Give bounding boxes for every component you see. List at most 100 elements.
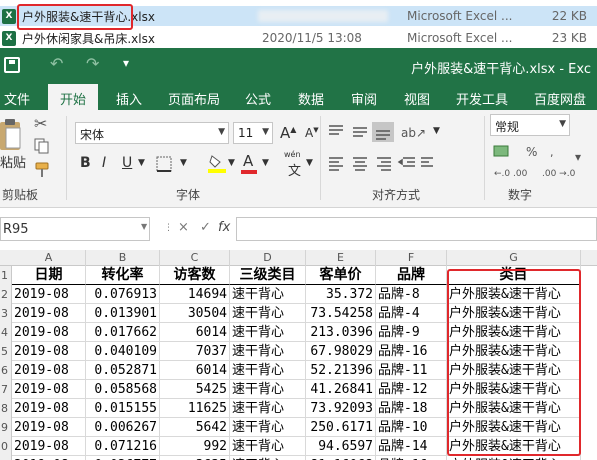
row-header[interactable]: 1 xyxy=(0,266,12,285)
name-box-dropdown-icon[interactable]: ▼ xyxy=(141,222,147,231)
tab-file[interactable]: 文件 xyxy=(4,89,30,108)
table-cell[interactable]: 35.372 xyxy=(306,285,376,304)
table-cell[interactable]: 52.21396 xyxy=(306,361,376,380)
column-header-a[interactable]: A xyxy=(12,250,86,266)
undo-icon[interactable]: ↶ xyxy=(50,54,63,73)
header-cell[interactable]: 日期 xyxy=(12,266,86,285)
table-cell[interactable]: 速干背心 xyxy=(230,437,306,456)
tab-developer[interactable]: 开发工具 xyxy=(456,89,508,108)
shrink-font-button[interactable]: A▼ xyxy=(305,126,319,140)
paste-icon[interactable] xyxy=(0,118,24,152)
row-header[interactable]: 6 xyxy=(0,361,12,380)
header-cell[interactable]: 访客数 xyxy=(160,266,230,285)
tab-baidu-netdisk[interactable]: 百度网盘 xyxy=(534,89,586,108)
font-name-select[interactable]: 宋体 ▼ xyxy=(75,122,229,144)
table-cell[interactable]: 2019-08 xyxy=(12,361,86,380)
grow-font-button[interactable]: A▲ xyxy=(280,124,296,142)
table-cell[interactable]: 2019-08 xyxy=(12,418,86,437)
table-cell[interactable]: 73.92093 xyxy=(306,399,376,418)
table-cell[interactable]: 品牌-18 xyxy=(376,399,447,418)
table-cell[interactable]: 速干背心 xyxy=(230,399,306,418)
format-painter-icon[interactable] xyxy=(34,162,50,178)
save-icon[interactable] xyxy=(4,57,20,73)
italic-button[interactable]: I xyxy=(102,155,106,171)
table-cell[interactable]: 品牌-16 xyxy=(376,342,447,361)
table-cell[interactable]: 2019-08 xyxy=(12,342,86,361)
tab-page-layout[interactable]: 页面布局 xyxy=(168,89,220,108)
row-header[interactable]: 1 xyxy=(0,456,12,460)
table-cell[interactable]: 3635 xyxy=(160,456,230,460)
table-cell[interactable]: 0.015155 xyxy=(86,399,160,418)
table-cell[interactable]: 0.052871 xyxy=(86,361,160,380)
table-cell[interactable]: 0.006267 xyxy=(86,418,160,437)
table-cell[interactable]: 2019-08 xyxy=(12,304,86,323)
phonetic-guide-icon[interactable]: 文 xyxy=(288,160,301,179)
table-cell[interactable]: 0.017662 xyxy=(86,323,160,342)
table-cell[interactable]: 品牌-16 xyxy=(376,456,447,460)
bold-button[interactable]: B xyxy=(80,155,91,171)
table-cell[interactable]: 速干背心 xyxy=(230,285,306,304)
table-cell[interactable]: 250.6171 xyxy=(306,418,376,437)
table-cell[interactable]: 0.040109 xyxy=(86,342,160,361)
column-header-g[interactable]: G xyxy=(447,250,581,266)
table-cell[interactable]: 0.071216 xyxy=(86,437,160,456)
cancel-formula-icon[interactable]: × xyxy=(178,220,189,235)
font-color-icon[interactable]: A xyxy=(243,152,253,170)
borders-dropdown-icon[interactable]: ▼ xyxy=(180,158,187,168)
table-cell[interactable]: 速干背心 xyxy=(230,456,306,460)
orientation-dropdown-icon[interactable]: ▼ xyxy=(433,126,440,136)
header-cell[interactable]: 品牌 xyxy=(376,266,447,285)
table-cell[interactable]: 品牌-9 xyxy=(376,323,447,342)
tab-view[interactable]: 视图 xyxy=(404,89,430,108)
enter-formula-icon[interactable]: ✓ xyxy=(200,220,211,235)
table-cell[interactable]: 94.6597 xyxy=(306,437,376,456)
table-cell[interactable]: 67.98029 xyxy=(306,342,376,361)
table-cell[interactable]: 品牌-4 xyxy=(376,304,447,323)
borders-icon[interactable] xyxy=(156,156,172,172)
phonetic-guide-pinyin[interactable]: wén xyxy=(284,150,301,159)
header-cell[interactable]: 三级类目 xyxy=(230,266,306,285)
cut-icon[interactable]: ✂ xyxy=(34,114,47,133)
table-cell[interactable]: 户外服装&速干背心 xyxy=(447,456,581,460)
table-cell[interactable]: 速干背心 xyxy=(230,342,306,361)
header-cell[interactable]: 转化率 xyxy=(86,266,160,285)
formula-input[interactable] xyxy=(236,217,597,241)
header-cell[interactable]: 客单价 xyxy=(306,266,376,285)
column-header-f[interactable]: F xyxy=(376,250,447,266)
table-cell[interactable]: 5425 xyxy=(160,380,230,399)
table-cell[interactable]: 品牌-11 xyxy=(376,361,447,380)
styles-dropdown-icon[interactable]: ▾ xyxy=(575,150,581,164)
file-row-outdoor-furniture[interactable]: X 户外休闲家具&吊床.xlsx 2020/11/5 13:08 Microso… xyxy=(0,28,597,48)
table-cell[interactable]: 81.16068 xyxy=(306,456,376,460)
table-cell[interactable]: 30504 xyxy=(160,304,230,323)
table-cell[interactable]: 14694 xyxy=(160,285,230,304)
table-cell[interactable]: 0.026777 xyxy=(86,456,160,460)
row-header[interactable]: 8 xyxy=(0,399,12,418)
table-cell[interactable]: 2019-08 xyxy=(12,437,86,456)
table-cell[interactable]: 速干背心 xyxy=(230,418,306,437)
table-cell[interactable]: 品牌-8 xyxy=(376,285,447,304)
tab-insert[interactable]: 插入 xyxy=(116,89,142,108)
table-cell[interactable]: 41.26841 xyxy=(306,380,376,399)
table-cell[interactable]: 品牌-10 xyxy=(376,418,447,437)
tab-data[interactable]: 数据 xyxy=(298,89,324,108)
table-cell[interactable]: 73.54258 xyxy=(306,304,376,323)
row-header[interactable]: 5 xyxy=(0,342,12,361)
table-cell[interactable]: 5642 xyxy=(160,418,230,437)
column-header-b[interactable]: B xyxy=(86,250,160,266)
table-cell[interactable]: 2019-08 xyxy=(12,380,86,399)
table-cell[interactable]: 2019-08 xyxy=(12,399,86,418)
table-cell[interactable]: 11625 xyxy=(160,399,230,418)
fill-color-dropdown-icon[interactable]: ▼ xyxy=(228,158,235,168)
table-cell[interactable]: 6014 xyxy=(160,361,230,380)
vertical-align-icons[interactable]: ab↗ xyxy=(327,122,437,142)
redo-icon[interactable]: ↷ xyxy=(86,54,99,73)
table-cell[interactable]: 0.013901 xyxy=(86,304,160,323)
table-cell[interactable]: 速干背心 xyxy=(230,361,306,380)
row-header[interactable]: 2 xyxy=(0,285,12,304)
underline-button[interactable]: U xyxy=(122,155,132,171)
row-header[interactable]: 4 xyxy=(0,323,12,342)
tab-home[interactable]: 开始 xyxy=(48,84,99,110)
table-cell[interactable]: 品牌-12 xyxy=(376,380,447,399)
row-header[interactable]: 0 xyxy=(0,437,12,456)
